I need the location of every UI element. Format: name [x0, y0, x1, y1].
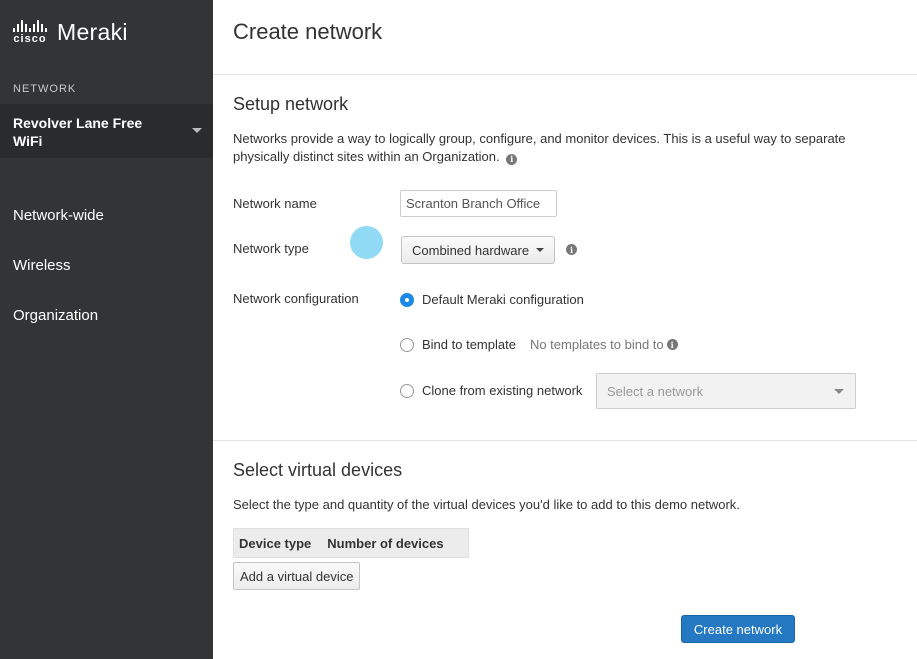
select-network-dropdown[interactable]: Select a network — [596, 373, 856, 409]
network-selector-label: Revolver Lane Free WiFi — [13, 115, 143, 149]
setup-network-description: Networks provide a way to logically grou… — [233, 130, 893, 166]
radio-bind-template-label: Bind to template — [422, 337, 516, 352]
cisco-bars-icon — [13, 19, 47, 32]
radio-option-bind-template[interactable]: Bind to template No templates to bind to… — [400, 337, 678, 352]
network-section-label: NETWORK — [13, 83, 77, 95]
cisco-wordmark: cisco — [13, 32, 47, 45]
no-templates-note: No templates to bind to — [529, 337, 664, 352]
sidebar: cisco Meraki NETWORK Revolver Lane Free … — [0, 0, 213, 659]
header-divider — [213, 74, 917, 75]
radio-option-clone[interactable]: Clone from existing network — [400, 383, 582, 398]
cursor-indicator — [350, 226, 383, 259]
sidebar-item-organization[interactable]: Organization — [13, 307, 98, 324]
device-table-header: Device type Number of devices — [233, 528, 469, 558]
radio-default[interactable] — [400, 292, 414, 307]
radio-clone-label: Clone from existing network — [422, 383, 583, 398]
page-title: Create network — [233, 19, 383, 44]
network-type-label: Network type — [233, 241, 309, 256]
setup-network-title: Setup network — [233, 94, 349, 114]
chevron-down-icon — [834, 389, 844, 394]
sidebar-item-wireless[interactable]: Wireless — [13, 257, 71, 274]
info-icon[interactable]: i — [506, 153, 518, 165]
network-type-value: Combined hardware — [412, 242, 530, 258]
chevron-down-icon — [192, 128, 202, 133]
radio-option-default[interactable]: Default Meraki configuration — [400, 292, 584, 307]
column-device-type: Device type — [239, 535, 312, 551]
radio-clone[interactable] — [400, 383, 414, 398]
column-number-of-devices: Number of devices — [327, 535, 444, 551]
network-selector[interactable]: Revolver Lane Free WiFi — [0, 104, 213, 158]
network-name-input[interactable] — [400, 190, 557, 217]
network-type-dropdown[interactable]: Combined hardware — [401, 236, 556, 264]
select-network-placeholder: Select a network — [607, 383, 704, 399]
setup-description-text: Networks provide a way to logically grou… — [233, 131, 846, 164]
network-configuration-label: Network configuration — [233, 291, 359, 306]
cisco-meraki-logo[interactable]: cisco Meraki — [13, 16, 128, 48]
create-network-button[interactable]: Create network — [681, 615, 795, 643]
add-virtual-device-button[interactable]: Add a virtual device — [233, 562, 361, 590]
virtual-devices-description: Select the type and quantity of the virt… — [233, 497, 740, 512]
info-icon[interactable]: i — [566, 244, 577, 255]
info-icon[interactable]: i — [666, 339, 678, 350]
cisco-logo-icon: cisco — [13, 19, 47, 45]
meraki-wordmark: Meraki — [57, 18, 128, 45]
chevron-down-icon — [536, 248, 545, 252]
network-name-label: Network name — [233, 196, 317, 211]
radio-bind-template[interactable] — [400, 337, 414, 352]
virtual-devices-title: Select virtual devices — [233, 460, 403, 480]
section-divider — [213, 440, 917, 441]
sidebar-item-network-wide[interactable]: Network-wide — [13, 207, 104, 224]
main-content: Create network Setup network Networks pr… — [213, 0, 917, 659]
radio-default-label: Default Meraki configuration — [422, 292, 584, 307]
